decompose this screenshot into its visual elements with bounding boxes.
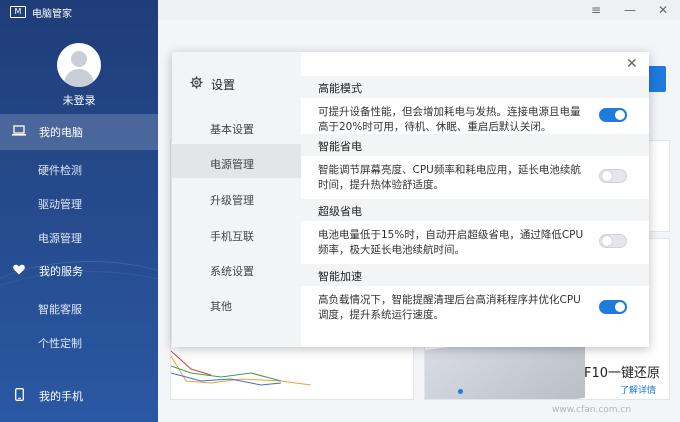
gear-icon — [190, 76, 203, 93]
section-desc-smart-boost: 高负载情况下，智能提醒清理后台高消耗程序并优化CPU调度，提升系统运行速度。 — [318, 294, 581, 321]
section-desc-super-save: 电池电量低于15%时，自动开启超级省电，通过降低CPU频率，极大延长电池续航时间… — [318, 229, 584, 256]
toggle-super-save[interactable] — [599, 234, 627, 248]
sidebar-item-my-computer[interactable]: 我的电脑 — [0, 114, 158, 150]
sidebar-item-personalize[interactable]: 个性定制 — [38, 335, 82, 351]
restore-title: F10一键还原 — [584, 366, 661, 381]
sidebar-item-power-management[interactable]: 电源管理 — [38, 230, 82, 246]
avatar-body — [64, 69, 94, 87]
app-logo: M 电脑管家 — [10, 4, 72, 20]
menu-item-upgrade[interactable]: 升级管理 — [210, 192, 254, 208]
sidebar-item-label: 我的手机 — [39, 390, 83, 403]
menu-icon[interactable]: ≡ — [591, 3, 601, 17]
section-title-smart-boost: 智能加速 — [318, 270, 362, 283]
toggle-smart-save[interactable] — [599, 169, 627, 183]
sidebar-item-label: 我的服务 — [39, 265, 83, 278]
heart-icon — [12, 264, 26, 278]
toggle-knob — [615, 110, 625, 120]
section-title-performance: 高能模式 — [318, 82, 362, 95]
section-title-super-save: 超级省电 — [318, 205, 362, 218]
section-title-smart-save: 智能省电 — [318, 140, 362, 153]
sidebar: M 电脑管家 未登录 我的电脑 硬件检测 驱动管理 电源管理 我的服务 智能客服… — [0, 0, 158, 422]
avatar[interactable] — [57, 43, 101, 87]
close-button[interactable]: ✕ — [658, 3, 668, 17]
laptop-icon — [12, 125, 26, 139]
menu-item-power[interactable]: 电源管理 — [210, 156, 254, 172]
toggle-performance-mode[interactable] — [599, 108, 627, 122]
settings-menu: 设置 基本设置 电源管理 升级管理 手机互联 系统设置 其他 — [172, 52, 301, 347]
settings-title: 设置 — [190, 76, 235, 93]
menu-item-basic[interactable]: 基本设置 — [210, 121, 254, 137]
learn-more-link[interactable]: 了解详情 — [620, 383, 656, 396]
toggle-knob — [615, 302, 625, 312]
menu-item-other[interactable]: 其他 — [210, 298, 232, 314]
logo-icon: M — [10, 6, 26, 18]
carousel-dot[interactable] — [458, 389, 463, 394]
sidebar-item-label: 我的电脑 — [39, 126, 83, 139]
avatar-head — [71, 51, 87, 67]
sidebar-item-my-service[interactable]: 我的服务 — [0, 253, 158, 289]
login-status[interactable]: 未登录 — [0, 92, 158, 108]
menu-item-system[interactable]: 系统设置 — [210, 263, 254, 279]
toggle-knob — [602, 171, 612, 181]
sidebar-item-smart-support[interactable]: 智能客服 — [38, 301, 82, 317]
toggle-smart-boost[interactable] — [599, 300, 627, 314]
sidebar-item-hardware-check[interactable]: 硬件检测 — [38, 162, 82, 178]
phone-icon — [12, 388, 26, 404]
watermark: www.cfan.com.cn — [552, 405, 632, 415]
app-title: 电脑管家 — [32, 8, 72, 20]
dialog-close-icon[interactable]: ✕ — [626, 56, 638, 72]
section-desc-smart-save: 智能调节屏幕亮度、CPU频率和耗电应用，延长电池续航时间，提升热体验舒适度。 — [318, 164, 581, 191]
toggle-knob — [602, 236, 612, 246]
settings-title-text: 设置 — [211, 78, 236, 92]
minimize-button[interactable]: — — [624, 3, 636, 17]
sidebar-item-my-phone[interactable]: 我的手机 — [0, 378, 158, 414]
menu-item-phone-link[interactable]: 手机互联 — [210, 228, 254, 244]
app-window: M 电脑管家 未登录 我的电脑 硬件检测 驱动管理 电源管理 我的服务 智能客服… — [0, 0, 680, 422]
sidebar-item-driver-management[interactable]: 驱动管理 — [38, 196, 82, 212]
section-desc-performance: 可提升设备性能，但会增加耗电与发热。连接电源且电量高于20%时可用，待机、休眠、… — [318, 106, 581, 133]
settings-dialog: 设置 基本设置 电源管理 升级管理 手机互联 系统设置 其他 ✕ 高能模式 可提… — [172, 52, 649, 347]
